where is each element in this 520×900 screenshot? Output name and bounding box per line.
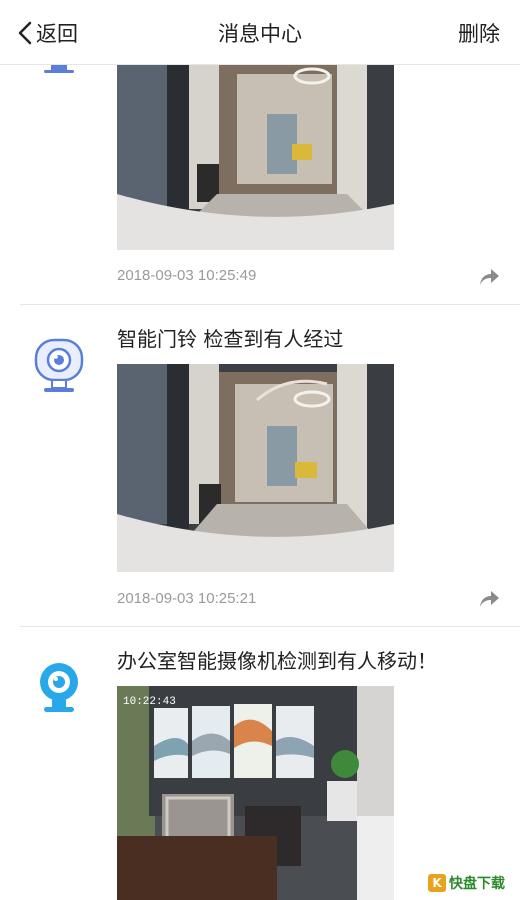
snapshot-image[interactable] bbox=[117, 364, 394, 572]
doorbell-camera-icon bbox=[34, 338, 84, 392]
message-feed[interactable]: 2018-09-03 10:25:49 智能门铃 检查到有人经过 2018-09… bbox=[0, 0, 520, 900]
office-snapshot: 10:22:43 bbox=[117, 686, 394, 900]
message-item[interactable]: 智能门铃 检查到有人经过 2018-09-03 10:25:21 bbox=[0, 305, 520, 626]
watermark-badge: K bbox=[428, 874, 446, 892]
page-title: 消息中心 bbox=[218, 22, 302, 46]
hallway-snapshot bbox=[117, 364, 394, 572]
chevron-left-icon bbox=[18, 21, 32, 45]
message-title: 办公室智能摄像机检测到有人移动！ bbox=[117, 649, 437, 673]
snapshot-time-overlay: 10:22:43 bbox=[123, 696, 176, 708]
message-timestamp: 2018-09-03 10:25:49 bbox=[117, 267, 257, 284]
watermark-logo: K 快盘下载 bbox=[428, 870, 518, 896]
back-button[interactable]: 返回 bbox=[18, 18, 78, 48]
navigation-bar: 返回 消息中心 删除 bbox=[0, 0, 520, 65]
snapshot-image[interactable]: 10:22:43 bbox=[117, 686, 394, 900]
message-title: 智能门铃 检查到有人经过 bbox=[117, 327, 344, 351]
message-timestamp: 2018-09-03 10:25:21 bbox=[117, 590, 257, 607]
message-item[interactable]: 办公室智能摄像机检测到有人移动！ 10:22:43 bbox=[0, 627, 520, 900]
office-camera-icon bbox=[40, 663, 78, 712]
back-label: 返回 bbox=[36, 22, 78, 46]
hallway-snapshot bbox=[117, 64, 394, 250]
share-icon[interactable] bbox=[478, 268, 500, 286]
share-icon[interactable] bbox=[478, 590, 500, 608]
delete-button[interactable]: 删除 bbox=[458, 18, 500, 48]
watermark-text: 快盘下载 bbox=[449, 876, 505, 892]
snapshot-image[interactable] bbox=[117, 64, 394, 250]
